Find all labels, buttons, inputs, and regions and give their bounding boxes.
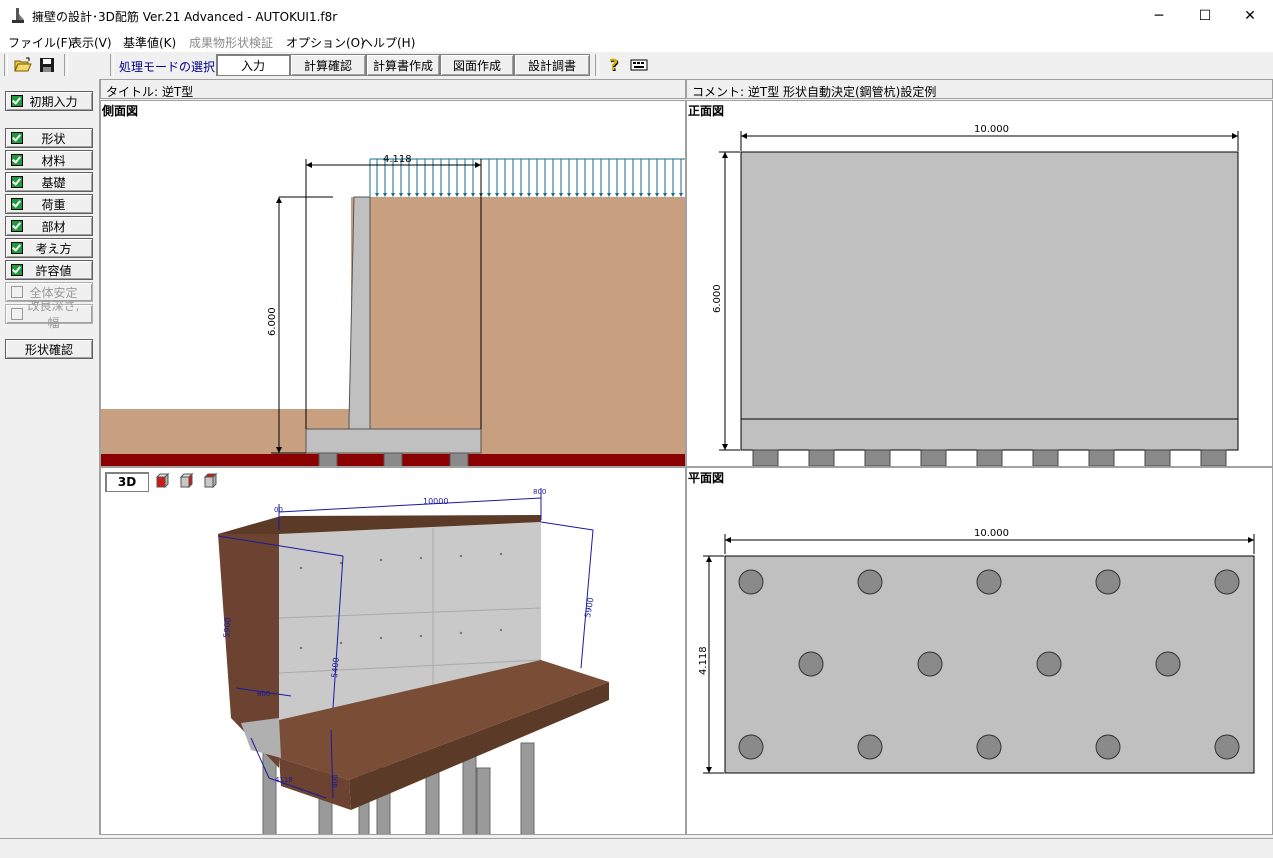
side-view-pane[interactable]: 4.118 6.000 側面図 (100, 100, 686, 467)
sidebar-item-label: 改良深さ,幅 (27, 299, 80, 330)
mode-design-doc-button[interactable]: 設計調書 (514, 54, 590, 76)
3d-dim-base: 800 (331, 774, 340, 788)
sidebar-item-approach[interactable]: 考え方 (5, 238, 93, 258)
front-dim-height: 6.000 (712, 284, 723, 313)
sidebar-item-label: 形状 (41, 131, 66, 146)
sidebar: 初期入力 形状 材料 基礎 荷重 部材 考え方 許容値 全体安定 改良深さ,幅 … (0, 79, 100, 835)
toolbar: 処理モードの選択 入力 計算確認 計算書作成 図面作成 設計調書 ?? (0, 51, 1273, 80)
mode-report-button[interactable]: 計算書作成 (366, 54, 440, 76)
sidebar-item-label: 荷重 (41, 197, 66, 212)
3d-dim-top-right: 800 (533, 488, 546, 496)
checked-icon (11, 176, 23, 188)
mode-calc-check-button[interactable]: 計算確認 (290, 54, 366, 76)
floppy-save-icon[interactable] (36, 55, 58, 75)
cube-side-icon[interactable] (178, 473, 194, 489)
3d-dim-top: 10000 (423, 497, 448, 506)
view-3d-pane[interactable]: 10000 00 800 5900 5400 5900 800 4118 800… (100, 467, 686, 835)
plan-view-drawing: 10.000 4.118 (698, 528, 1255, 774)
checked-icon (11, 198, 23, 210)
3d-dim-top-left: 00 (274, 506, 283, 514)
plan-view-pane[interactable]: 10.000 4.118 平面図 (686, 467, 1273, 835)
window-title: 擁壁の設計･3D配筋 Ver.21 Advanced - AUTOKUI1.f8… (32, 10, 338, 24)
menu-file[interactable]: ファイル(F) (8, 34, 72, 51)
sidebar-item-label: 考え方 (35, 241, 72, 256)
3d-dim-bottom: 4118 (275, 776, 293, 784)
view-3d-button[interactable]: 3D (105, 472, 149, 492)
title-bar: 擁壁の設計･3D配筋 Ver.21 Advanced - AUTOKUI1.f8… (0, 0, 1273, 31)
unchecked-icon (11, 308, 23, 320)
toolbar-separator (110, 54, 114, 76)
menu-deliverable-check[interactable]: 成果物形状検証 (189, 34, 273, 51)
plan-view-title: 平面図 (688, 471, 725, 485)
front-view-title: 正面図 (688, 104, 725, 118)
mode-drawing-button[interactable]: 図面作成 (440, 54, 514, 76)
sidebar-item-allowable[interactable]: 許容値 (5, 260, 93, 280)
plan-dim-height: 4.118 (698, 646, 709, 675)
cube-front-icon[interactable] (154, 473, 170, 489)
close-button[interactable]: ✕ (1227, 0, 1273, 31)
side-dim-width: 4.118 (383, 154, 412, 165)
view-3d-drawing: 10000 00 800 5900 5400 5900 800 4118 800 (217, 488, 609, 834)
toolbar-separator (4, 54, 8, 76)
sidebar-item-improvement-depth[interactable]: 改良深さ,幅 (5, 299, 93, 330)
minimize-button[interactable]: ─ (1136, 0, 1182, 31)
comment-info: コメント: 逆T型 形状自動決定(鋼管杭)設定例 (686, 79, 1273, 99)
unchecked-icon (11, 286, 23, 298)
sidebar-item-material[interactable]: 材料 (5, 150, 93, 170)
menu-options[interactable]: オプション(O) (286, 34, 365, 51)
checked-icon (11, 154, 23, 166)
comment-info-text: コメント: 逆T型 形状自動決定(鋼管杭)設定例 (692, 85, 937, 99)
toolbar-separator (595, 54, 599, 76)
checked-icon (11, 95, 23, 107)
sidebar-item-initial-input[interactable]: 初期入力 (5, 91, 93, 111)
maximize-icon: ☐ (1198, 7, 1212, 24)
front-view-drawing: 10.000 6.000 (712, 124, 1239, 466)
3d-dim-footing: 800 (257, 690, 270, 698)
minimize-icon: ─ (1154, 7, 1164, 24)
3d-dim-side: 5900 (583, 597, 595, 619)
maximize-button[interactable]: ☐ (1182, 0, 1228, 31)
side-view-drawing: 4.118 6.000 (101, 154, 685, 466)
3d-dim-left: 5900 (222, 617, 233, 638)
cube-top-icon[interactable] (202, 473, 218, 489)
help-question-icon[interactable]: ?? (604, 55, 626, 75)
checked-icon (11, 242, 23, 254)
menu-bar: ファイル(F) 表示(V) 基準値(K) 成果物形状検証 オプション(O) ヘル… (0, 31, 1273, 51)
close-icon: ✕ (1244, 7, 1256, 24)
svg-text:?: ? (609, 56, 618, 74)
sidebar-item-foundation[interactable]: 基礎 (5, 172, 93, 192)
sidebar-item-label: 初期入力 (29, 94, 78, 109)
menu-view[interactable]: 表示(V) (70, 34, 112, 51)
sidebar-item-load[interactable]: 荷重 (5, 194, 93, 214)
plan-dim-width: 10.000 (974, 528, 1009, 539)
menu-standards[interactable]: 基準値(K) (123, 34, 176, 51)
sidebar-item-label: 材料 (41, 153, 66, 168)
front-view-pane[interactable]: 10.000 6.000 正面図 (686, 100, 1273, 467)
sidebar-item-label: 部材 (41, 219, 66, 234)
keyboard-icon[interactable] (628, 55, 650, 75)
title-info: タイトル: 逆T型 (100, 79, 686, 99)
app-icon (12, 8, 24, 23)
folder-open-icon[interactable] (12, 55, 34, 75)
sidebar-item-label: 基礎 (41, 175, 66, 190)
checked-icon (11, 220, 23, 232)
3d-dim-wall: 5400 (330, 657, 341, 678)
mode-select-label: 処理モードの選択 (119, 60, 216, 74)
side-dim-height: 6.000 (267, 307, 278, 336)
shape-confirm-button[interactable]: 形状確認 (5, 339, 93, 359)
menu-help[interactable]: ヘルプ(H) (361, 34, 415, 51)
shape-confirm-label: 形状確認 (24, 342, 73, 357)
sidebar-item-label: 許容値 (35, 263, 72, 278)
side-view-title: 側面図 (102, 104, 139, 118)
status-bar (0, 838, 1273, 858)
checked-icon (11, 132, 23, 144)
front-dim-width: 10.000 (974, 124, 1009, 135)
sidebar-item-shape[interactable]: 形状 (5, 128, 93, 148)
sidebar-item-member[interactable]: 部材 (5, 216, 93, 236)
toolbar-separator (64, 54, 68, 76)
title-info-text: タイトル: 逆T型 (106, 85, 194, 99)
mode-input-button[interactable]: 入力 (216, 54, 290, 76)
checked-icon (11, 264, 23, 276)
